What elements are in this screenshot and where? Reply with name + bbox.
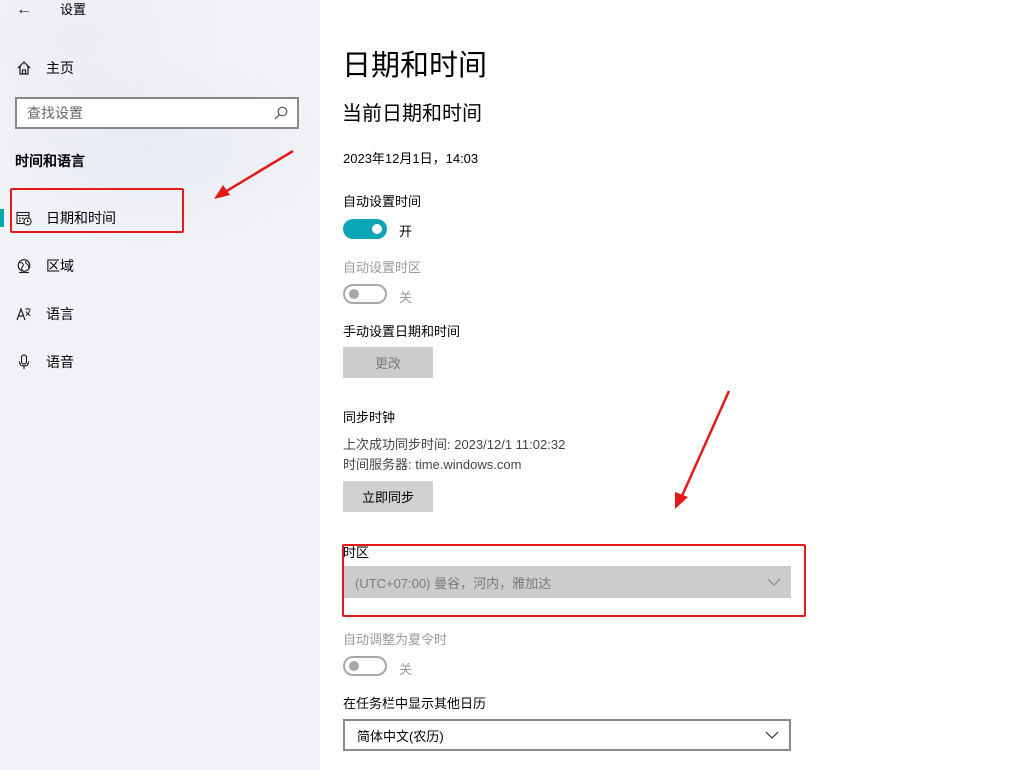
language-icon xyxy=(16,307,31,321)
sidebar-item-region[interactable]: 区域 xyxy=(0,247,300,285)
auto-time-label: 自动设置时间 xyxy=(343,194,422,209)
home-nav-item[interactable]: 主页 xyxy=(16,58,74,78)
dst-state: 关 xyxy=(399,662,413,677)
auto-time-toggle[interactable] xyxy=(343,219,387,239)
globe-icon xyxy=(17,259,31,274)
auto-timezone-label: 自动设置时区 xyxy=(343,260,422,275)
main-content: 日期和时间 当前日期和时间 2023年12月1日，14:03 自动设置时间 开 … xyxy=(320,0,1034,770)
sidebar-item-label: 语音 xyxy=(46,354,74,370)
sidebar-item-label: 区域 xyxy=(46,258,74,274)
microphone-icon xyxy=(18,354,30,369)
dst-label: 自动调整为夏令时 xyxy=(343,632,448,647)
last-sync-text: 上次成功同步时间: 2023/12/1 11:02:32 xyxy=(343,437,566,452)
sync-now-button[interactable]: 立即同步 xyxy=(343,481,433,512)
page-title: 日期和时间 xyxy=(342,50,488,82)
calendar-value: 简体中文(农历) xyxy=(357,728,444,744)
current-datetime: 2023年12月1日，14:03 xyxy=(343,151,479,166)
annotation-highlight-box xyxy=(342,544,806,617)
auto-timezone-state: 关 xyxy=(399,290,413,305)
calendar-dropdown[interactable]: 简体中文(农历) xyxy=(343,719,791,751)
sidebar: ← 设置 主页 查找设置 时间和语言 日期和时间 区域 语言 语音 xyxy=(0,0,320,770)
toggle-knob xyxy=(372,224,382,234)
time-server-text: 时间服务器: time.windows.com xyxy=(343,457,522,472)
search-input[interactable]: 查找设置 xyxy=(15,97,299,129)
selected-indicator xyxy=(0,209,4,227)
toggle-knob xyxy=(349,289,359,299)
section-title: 当前日期和时间 xyxy=(342,103,482,125)
home-icon xyxy=(17,61,31,75)
dst-toggle[interactable] xyxy=(343,656,387,676)
app-title: 设置 xyxy=(60,2,87,17)
calendar-label: 在任务栏中显示其他日历 xyxy=(343,696,487,711)
back-arrow-icon[interactable]: ← xyxy=(14,0,34,22)
toggle-knob xyxy=(349,661,359,671)
chevron-down-icon xyxy=(765,731,779,739)
sidebar-item-speech[interactable]: 语音 xyxy=(0,343,300,381)
change-button[interactable]: 更改 xyxy=(343,347,433,378)
sidebar-item-label: 语言 xyxy=(46,306,74,322)
annotation-highlight-box xyxy=(10,188,184,233)
home-label: 主页 xyxy=(46,60,74,76)
sync-clock-label: 同步时钟 xyxy=(343,410,396,425)
search-icon[interactable] xyxy=(271,105,291,121)
sidebar-item-language[interactable]: 语言 xyxy=(0,295,300,333)
search-placeholder: 查找设置 xyxy=(27,105,83,121)
auto-time-state: 开 xyxy=(399,224,413,239)
manual-datetime-label: 手动设置日期和时间 xyxy=(343,324,461,339)
auto-timezone-toggle[interactable] xyxy=(343,284,387,304)
sidebar-section-title: 时间和语言 xyxy=(15,153,85,169)
